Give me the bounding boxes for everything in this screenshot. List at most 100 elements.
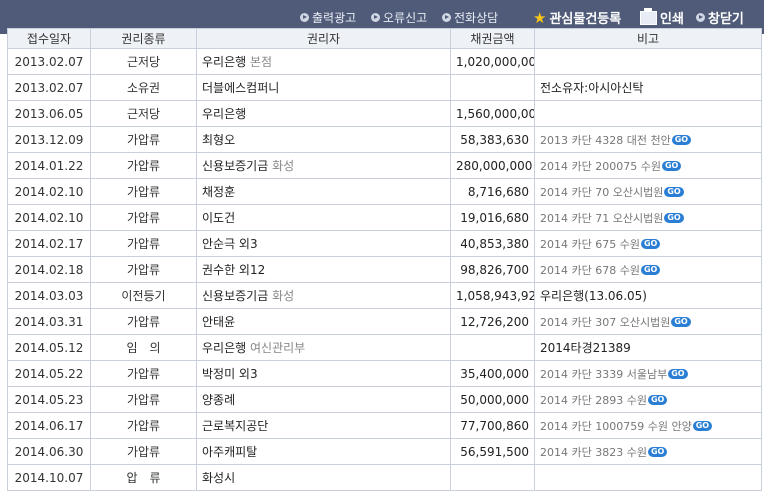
report-error-label: 오류신고 [383, 11, 428, 25]
arrow-bullet-icon [371, 13, 380, 22]
cell-remarks: 우리은행(13.06.05) [534, 282, 762, 309]
cell-receipt-date: 2014.05.23 [7, 386, 91, 413]
table-row: 2014.02.10 가압류 이도건 19,016,680 2014 카단 71 오산시… [7, 204, 762, 231]
cell-receipt-date: 2014.02.18 [7, 256, 91, 283]
header-remarks: 비고 [534, 28, 762, 49]
cell-right-holder: 안태윤 [196, 308, 451, 335]
cell-claim-amount [450, 74, 535, 101]
cell-right-holder: 박정미 외3 [196, 360, 451, 387]
cell-receipt-date: 2014.05.12 [7, 334, 91, 361]
table-row: 2013.06.05근저당 우리은행 1,560,000,000 [7, 100, 762, 127]
holder-name: 안태윤 [202, 315, 236, 329]
holder-branch: 여신관리부 [250, 341, 306, 355]
go-button[interactable]: GO [668, 369, 688, 379]
report-error-link[interactable]: 오류신고 [371, 9, 427, 26]
cell-remarks [534, 100, 762, 127]
print-ad-link[interactable]: 출력광고 [300, 9, 356, 26]
case-number-link[interactable]: 2014 카단 3823 수원 [540, 446, 647, 459]
cell-right-holder: 채정훈 [196, 178, 451, 205]
case-number-link[interactable]: 2014 카단 1000759 수원 안양 [540, 420, 692, 433]
case-number-link[interactable]: 2014 카단 3339 서울남부 [540, 368, 667, 381]
case-number-link[interactable]: 2014 카단 71 오산시법원 [540, 212, 663, 225]
cell-claim-amount: 40,853,380 [450, 230, 535, 257]
print-ad-label: 출력광고 [312, 11, 357, 25]
table-header-row: 접수일자 권리종류 권리자 채권금액 비고 [7, 28, 762, 49]
cell-right-holder: 권수한 외12 [196, 256, 451, 283]
cell-right-type: 가압류 [90, 152, 197, 179]
go-button[interactable]: GO [647, 447, 668, 457]
go-button[interactable]: GO [692, 421, 713, 431]
case-number-link[interactable]: 2013 카단 4328 대전 천안 [540, 134, 671, 147]
table-row: 2014.02.10 가압류 채정훈 8,716,680 2014 카단 70 오산시법… [7, 178, 762, 205]
cell-remarks: 2014 카단 1000759 수원 안양 GO [534, 412, 762, 439]
cell-right-type: 근저당 [90, 100, 197, 127]
go-button[interactable]: GO [661, 161, 682, 171]
holder-name: 이도건 [202, 211, 236, 225]
cell-receipt-date: 2013.12.09 [7, 126, 91, 153]
table-row: 2013.12.09 가압류 최형오 58,383,630 2013 카단 4328 대… [7, 126, 762, 153]
cell-claim-amount: 98,826,700 [450, 256, 535, 283]
print-label: 인쇄 [660, 12, 684, 27]
go-button[interactable]: GO [671, 317, 691, 327]
header-claim-amount: 채권금액 [450, 28, 535, 49]
go-button[interactable]: GO [664, 213, 684, 223]
case-number-link[interactable]: 2014 카단 678 수원 [540, 264, 640, 277]
cell-right-holder: 신용보증기금 화성 [196, 282, 451, 309]
cell-claim-amount: 1,020,000,000 [450, 48, 535, 75]
cell-right-type: 소유권 [90, 74, 197, 101]
table-row: 2014.03.03이전등기신용보증기금 화성1,058,943,928우리은행… [7, 282, 762, 309]
table-row: 2014.02.17 가압류 안순극 외3 40,853,380 2014 카단 675… [7, 230, 762, 257]
cell-receipt-date: 2014.06.30 [7, 438, 91, 465]
cell-claim-amount: 1,058,943,928 [450, 282, 535, 309]
case-number-link[interactable]: 2014 카단 200075 수원 [540, 160, 661, 173]
go-button[interactable]: GO [664, 187, 684, 197]
cell-right-holder: 최형오 [196, 126, 451, 153]
table-row: 2014.01.22 가압류 신용보증기금 화성 280,000,000 2014 카단… [7, 152, 762, 179]
cell-remarks [534, 48, 762, 75]
cell-remarks: 2014 카단 3823 수원 GO [534, 438, 762, 465]
holder-name: 채정훈 [202, 185, 236, 199]
cell-right-type: 가압류 [90, 204, 197, 231]
holder-branch: 본점 [250, 55, 273, 69]
register-interest-button[interactable]: ★ 관심물건등록 [533, 8, 621, 28]
close-window-button[interactable]: 창닫기 [696, 8, 744, 27]
table-row: 2013.02.07 소유권 더블에스컴퍼니 전소유자:아시아신탁 [7, 74, 762, 101]
cell-remarks: 2014 카단 71 오산시법원 GO [534, 204, 762, 231]
cell-right-type: 근저당 [90, 48, 197, 75]
holder-branch: 화성 [272, 159, 295, 173]
holder-name: 우리은행 [202, 55, 247, 69]
cell-right-type: 가압류 [90, 412, 197, 439]
remarks-text: 전소유자:아시아신탁 [540, 81, 644, 95]
table-row: 2014.06.30 가압류 아주캐피탈 56,591,500 2014 카단 3823… [7, 438, 762, 465]
cell-right-type: 가압류 [90, 386, 197, 413]
cell-receipt-date: 2014.01.22 [7, 152, 91, 179]
close-window-label: 창닫기 [708, 12, 744, 27]
cell-receipt-date: 2014.06.17 [7, 412, 91, 439]
case-number-link[interactable]: 2014 카단 70 오산시법원 [540, 186, 663, 199]
remarks-text: 2014타경21389 [540, 341, 631, 355]
print-button[interactable]: 인쇄 [640, 7, 684, 27]
case-number-link[interactable]: 2014 카단 675 수원 [540, 238, 640, 251]
remarks-text: 우리은행(13.06.05) [540, 289, 647, 303]
arrow-bullet-icon [300, 13, 309, 22]
holder-name: 양종례 [202, 393, 236, 407]
go-button[interactable]: GO [671, 135, 692, 145]
go-button[interactable]: GO [640, 265, 661, 275]
case-number-link[interactable]: 2014 카단 2893 수원 [540, 394, 647, 407]
cell-right-holder: 더블에스컴퍼니 [196, 74, 451, 101]
table-row: 2014.02.18 가압류 권수한 외12 98,826,700 2014 카단 67… [7, 256, 762, 283]
cell-right-holder: 안순극 외3 [196, 230, 451, 257]
table-row: 2014.05.22 가압류 박정미 외3 35,400,000 2014 카단 333… [7, 360, 762, 387]
go-button[interactable]: GO [640, 239, 661, 249]
cell-right-holder: 양종례 [196, 386, 451, 413]
cell-receipt-date: 2014.02.10 [7, 178, 91, 205]
cell-remarks: 2013 카단 4328 대전 천안 GO [534, 126, 762, 153]
cell-claim-amount: 77,700,860 [450, 412, 535, 439]
cell-right-holder: 우리은행 본점 [196, 48, 451, 75]
phone-consult-link[interactable]: 전화상담 [442, 9, 498, 26]
case-number-link[interactable]: 2014 카단 307 오산시법원 [540, 316, 670, 329]
go-button[interactable]: GO [647, 395, 668, 405]
cell-right-holder: 우리은행 [196, 100, 451, 127]
cell-receipt-date: 2014.02.17 [7, 230, 91, 257]
cell-right-type: 가압류 [90, 438, 197, 465]
